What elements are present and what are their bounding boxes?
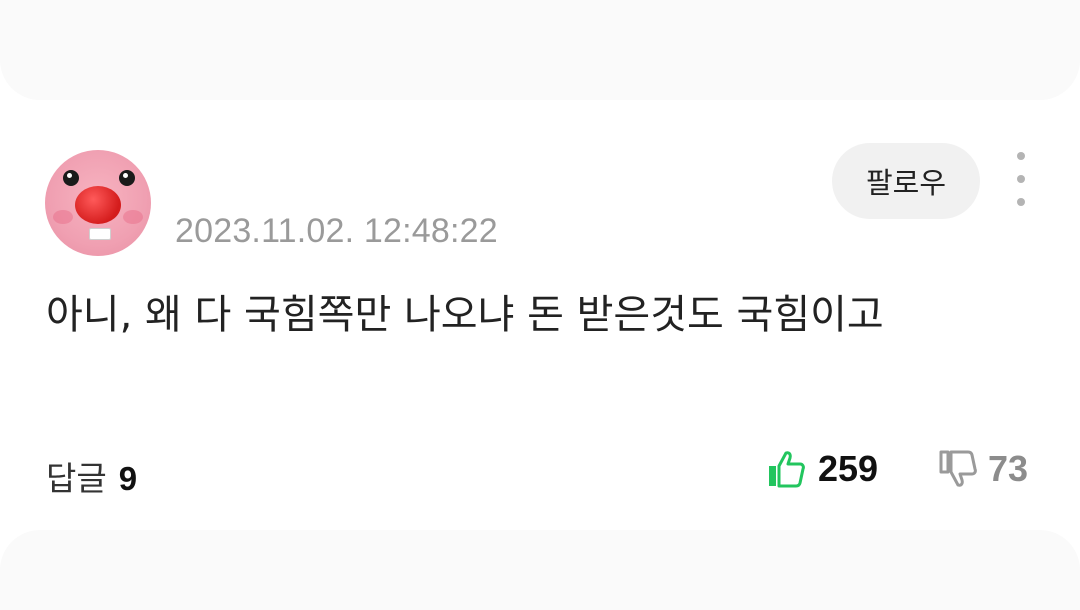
dot <box>1017 152 1025 160</box>
thumbs-up-icon <box>766 449 806 489</box>
follow-button[interactable]: 팔로우 <box>832 143 980 219</box>
like-count: 259 <box>818 448 879 489</box>
reply-button[interactable]: 답글 9 <box>46 452 137 500</box>
dislike-button[interactable]: 73 <box>938 448 1028 490</box>
previous-comment-card <box>0 0 1080 100</box>
reply-count: 9 <box>118 460 138 497</box>
more-options-icon[interactable] <box>1008 152 1034 206</box>
reply-label: 답글 <box>46 459 107 498</box>
avatar-left-eye <box>63 170 79 186</box>
avatar-right-cheek <box>123 210 143 224</box>
avatar[interactable] <box>45 150 151 256</box>
thumbs-down-icon <box>938 449 978 489</box>
dislike-count: 73 <box>988 448 1029 489</box>
dot <box>1017 198 1025 206</box>
avatar-nose <box>75 186 121 224</box>
comment-text: 아니, 왜 다 국힘쪽만 나오냐 돈 받은것도 국힘이고 <box>46 292 884 338</box>
comment-timestamp: 2023.11.02. 12:48:22 <box>175 212 498 250</box>
dot <box>1017 175 1025 183</box>
avatar-left-cheek <box>53 210 73 224</box>
next-comment-card <box>0 530 1080 610</box>
comment-item: 2023.11.02. 12:48:22 팔로우 아니, 왜 다 국힘쪽만 나오… <box>0 100 1080 530</box>
avatar-right-eye <box>119 170 135 186</box>
like-button[interactable]: 259 <box>766 448 878 490</box>
avatar-teeth <box>89 228 111 240</box>
